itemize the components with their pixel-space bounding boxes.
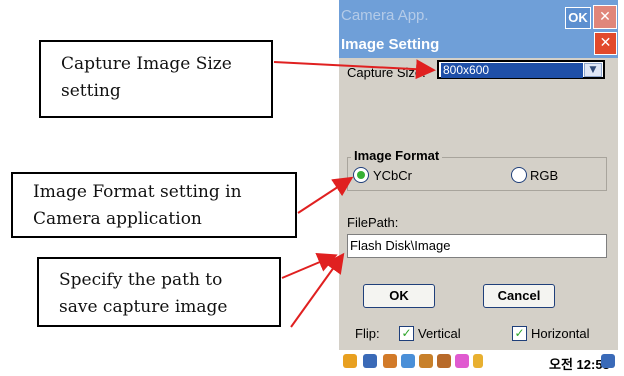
file-path-arrow-a [281,253,338,279]
arrows-layer [273,59,436,328]
capture-size-arrow [273,59,436,80]
file-path-arrow-b [290,252,345,328]
image-format-arrow [297,176,354,214]
